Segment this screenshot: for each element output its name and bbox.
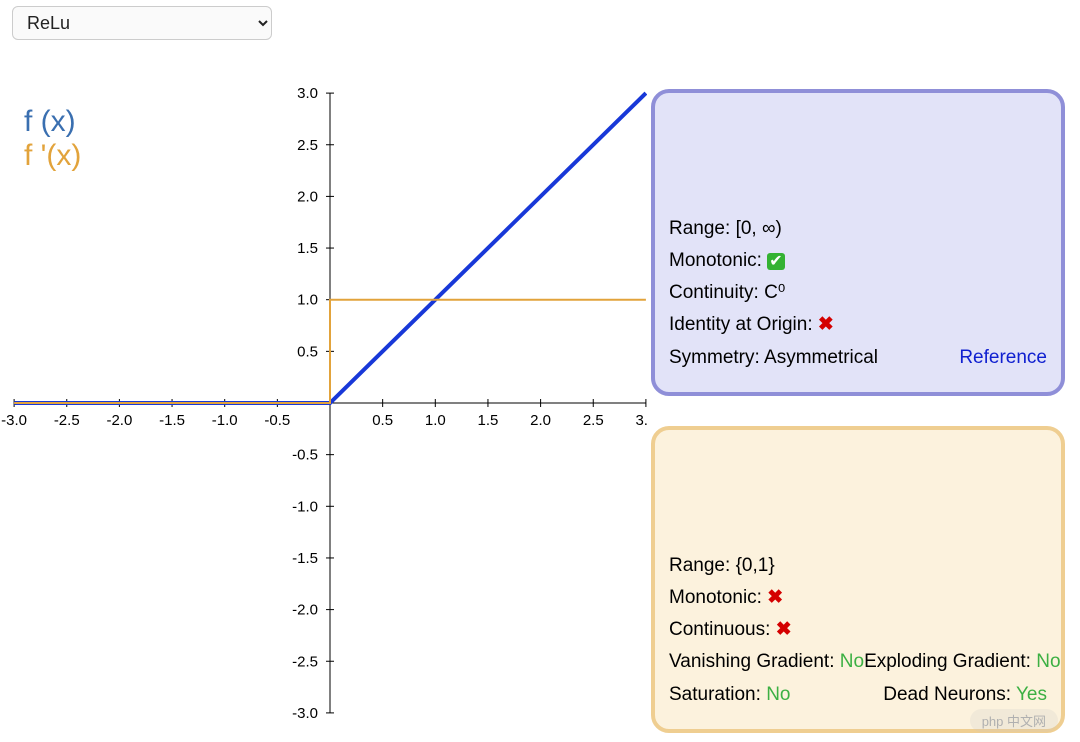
svg-text:-0.5: -0.5 (264, 412, 290, 429)
svg-text:2.5: 2.5 (297, 137, 318, 154)
d-egrad-label: Exploding Gradient: (864, 651, 1031, 672)
svg-text:1.5: 1.5 (297, 240, 318, 257)
d-monotonic-label: Monotonic: (669, 587, 762, 608)
svg-text:-1.5: -1.5 (159, 412, 185, 429)
svg-text:3.0: 3.0 (635, 412, 647, 429)
svg-text:-2.0: -2.0 (106, 412, 132, 429)
svg-text:2.0: 2.0 (297, 188, 318, 205)
svg-text:-3.0: -3.0 (1, 412, 27, 429)
d-dead-label: Dead Neurons: (883, 684, 1011, 705)
svg-text:1.0: 1.0 (425, 412, 446, 429)
svg-text:-1.0: -1.0 (212, 412, 238, 429)
f-continuity-value: C⁰ (764, 282, 785, 303)
svg-text:-3.0: -3.0 (292, 705, 318, 722)
f-symmetry-label: Symmetry: (669, 347, 760, 368)
f-continuity-label: Continuity: (669, 282, 759, 303)
svg-text:1.0: 1.0 (297, 292, 318, 309)
chart: -3.0 -2.5 -2.0 -1.5 -1.0 -0.5 0.5 1.0 1.5 2.0 2.5 3… (0, 85, 647, 725)
f-range-label: Range: (669, 218, 730, 239)
x-icon: ✖ (767, 587, 783, 608)
svg-text:2.5: 2.5 (583, 412, 604, 429)
svg-text:1.5: 1.5 (478, 412, 499, 429)
d-continuous-label: Continuous: (669, 619, 770, 640)
f-monotonic-label: Monotonic: (669, 250, 762, 271)
svg-text:2.0: 2.0 (530, 412, 551, 429)
chart-svg: -3.0 -2.5 -2.0 -1.5 -1.0 -0.5 0.5 1.0 1.5 2.0 2.5 3… (0, 85, 647, 725)
svg-text:-2.5: -2.5 (54, 412, 80, 429)
svg-text:-1.0: -1.0 (292, 498, 318, 515)
derivative-panel: Range: {0,1} Monotonic: ✖ Continuous: ✖ … (651, 426, 1065, 733)
reference-link[interactable]: Reference (959, 342, 1047, 374)
d-vgrad-label: Vanishing Gradient: (669, 651, 834, 672)
d-range-label: Range: (669, 555, 730, 576)
watermark: php 中文网 (970, 709, 1058, 732)
function-panel: Range: [0, ∞) Monotonic: ✔ Continuity: C… (651, 89, 1065, 396)
svg-text:-2.0: -2.0 (292, 602, 318, 619)
svg-text:-0.5: -0.5 (292, 447, 318, 464)
svg-text:3.0: 3.0 (297, 85, 318, 102)
d-sat-label: Saturation: (669, 684, 761, 705)
f-identity-label: Identity at Origin: (669, 314, 813, 335)
x-icon: ✖ (776, 619, 792, 640)
d-sat-value: No (766, 684, 790, 705)
f-range-value: [0, ∞) (736, 218, 782, 239)
d-dead-value: Yes (1016, 684, 1047, 705)
f-symmetry-value: Asymmetrical (764, 347, 878, 368)
check-icon: ✔ (767, 253, 784, 270)
activation-select[interactable]: ReLu (12, 6, 272, 40)
d-vgrad-value: No (840, 651, 864, 672)
svg-text:-1.5: -1.5 (292, 550, 318, 567)
svg-text:0.5: 0.5 (297, 343, 318, 360)
d-egrad-value: No (1036, 651, 1060, 672)
svg-text:-2.5: -2.5 (292, 653, 318, 670)
x-icon: ✖ (818, 314, 834, 335)
d-range-value: {0,1} (736, 555, 775, 576)
svg-text:0.5: 0.5 (372, 412, 393, 429)
